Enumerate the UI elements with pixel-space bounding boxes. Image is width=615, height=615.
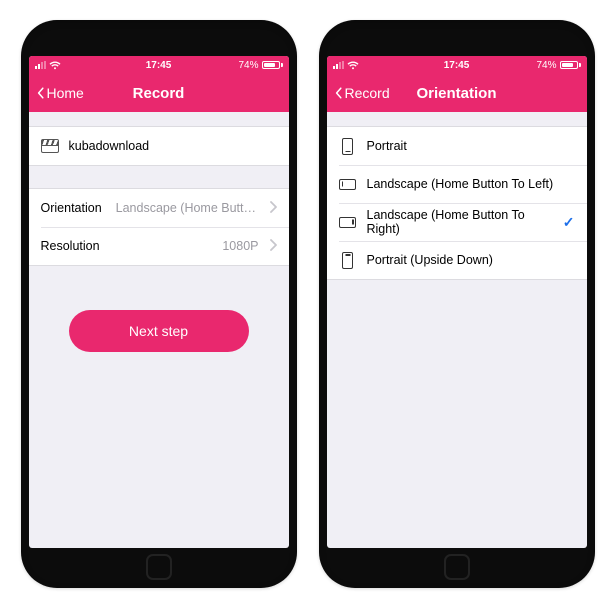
- battery-percent: 74%: [536, 60, 556, 71]
- content-area: Portrait Landscape (Home Button To Left)…: [327, 112, 587, 548]
- chevron-left-icon: [35, 87, 47, 99]
- option-label: Landscape (Home Button To Left): [367, 177, 554, 191]
- battery-icon: [262, 61, 283, 69]
- recording-name-row[interactable]: kubadownload: [29, 127, 289, 165]
- device-landscape-right-icon: [339, 217, 357, 228]
- phone-frame-left: 17:45 74% Home Record kubadownload: [21, 20, 297, 588]
- back-button[interactable]: Record: [333, 85, 390, 101]
- home-button[interactable]: [146, 554, 172, 580]
- resolution-row[interactable]: Resolution 1080P: [29, 227, 289, 265]
- status-bar: 17:45 74%: [327, 56, 587, 74]
- content-area: kubadownload Orientation Landscape (Home…: [29, 112, 289, 548]
- chevron-right-icon: [269, 239, 277, 254]
- clapperboard-icon: [41, 139, 59, 153]
- option-label: Landscape (Home Button To Right): [367, 208, 553, 236]
- screen-right: 17:45 74% Record Orientation Portrait: [327, 56, 587, 548]
- page-title: Record: [133, 85, 185, 102]
- home-button[interactable]: [444, 554, 470, 580]
- status-time: 17:45: [146, 60, 172, 71]
- back-label: Record: [345, 85, 390, 101]
- nav-bar: Home Record: [29, 74, 289, 112]
- resolution-value: 1080P: [110, 239, 259, 253]
- group-settings: Orientation Landscape (Home Button To Ri…: [29, 188, 289, 266]
- nav-bar: Record Orientation: [327, 74, 587, 112]
- checkmark-icon: ✓: [563, 214, 575, 231]
- status-time: 17:45: [444, 60, 470, 71]
- device-portrait-icon: [339, 138, 357, 155]
- wifi-icon: [347, 61, 359, 70]
- chevron-left-icon: [333, 87, 345, 99]
- orientation-label: Orientation: [41, 201, 102, 215]
- back-label: Home: [47, 85, 84, 101]
- group-orientation-options: Portrait Landscape (Home Button To Left)…: [327, 126, 587, 280]
- battery-percent: 74%: [238, 60, 258, 71]
- option-label: Portrait: [367, 139, 407, 153]
- recording-name-value: kubadownload: [69, 139, 150, 153]
- back-button[interactable]: Home: [35, 85, 84, 101]
- signal-icon: [333, 61, 344, 69]
- signal-icon: [35, 61, 46, 69]
- status-bar: 17:45 74%: [29, 56, 289, 74]
- wifi-icon: [49, 61, 61, 70]
- option-portrait[interactable]: Portrait: [327, 127, 587, 165]
- battery-icon: [560, 61, 581, 69]
- page-title: Orientation: [416, 85, 496, 102]
- orientation-value: Landscape (Home Button To Rig...: [116, 201, 259, 215]
- option-portrait-upside-down[interactable]: Portrait (Upside Down): [327, 241, 587, 279]
- option-landscape-left[interactable]: Landscape (Home Button To Left): [327, 165, 587, 203]
- screen-left: 17:45 74% Home Record kubadownload: [29, 56, 289, 548]
- resolution-label: Resolution: [41, 239, 100, 253]
- next-step-button[interactable]: Next step: [69, 310, 249, 352]
- option-landscape-right[interactable]: Landscape (Home Button To Right) ✓: [327, 203, 587, 241]
- device-landscape-left-icon: [339, 179, 357, 190]
- group-name: kubadownload: [29, 126, 289, 166]
- phone-frame-right: 17:45 74% Record Orientation Portrait: [319, 20, 595, 588]
- orientation-row[interactable]: Orientation Landscape (Home Button To Ri…: [29, 189, 289, 227]
- chevron-right-icon: [269, 201, 277, 216]
- cta-container: Next step: [29, 266, 289, 396]
- option-label: Portrait (Upside Down): [367, 253, 493, 267]
- device-portrait-upside-icon: [339, 252, 357, 269]
